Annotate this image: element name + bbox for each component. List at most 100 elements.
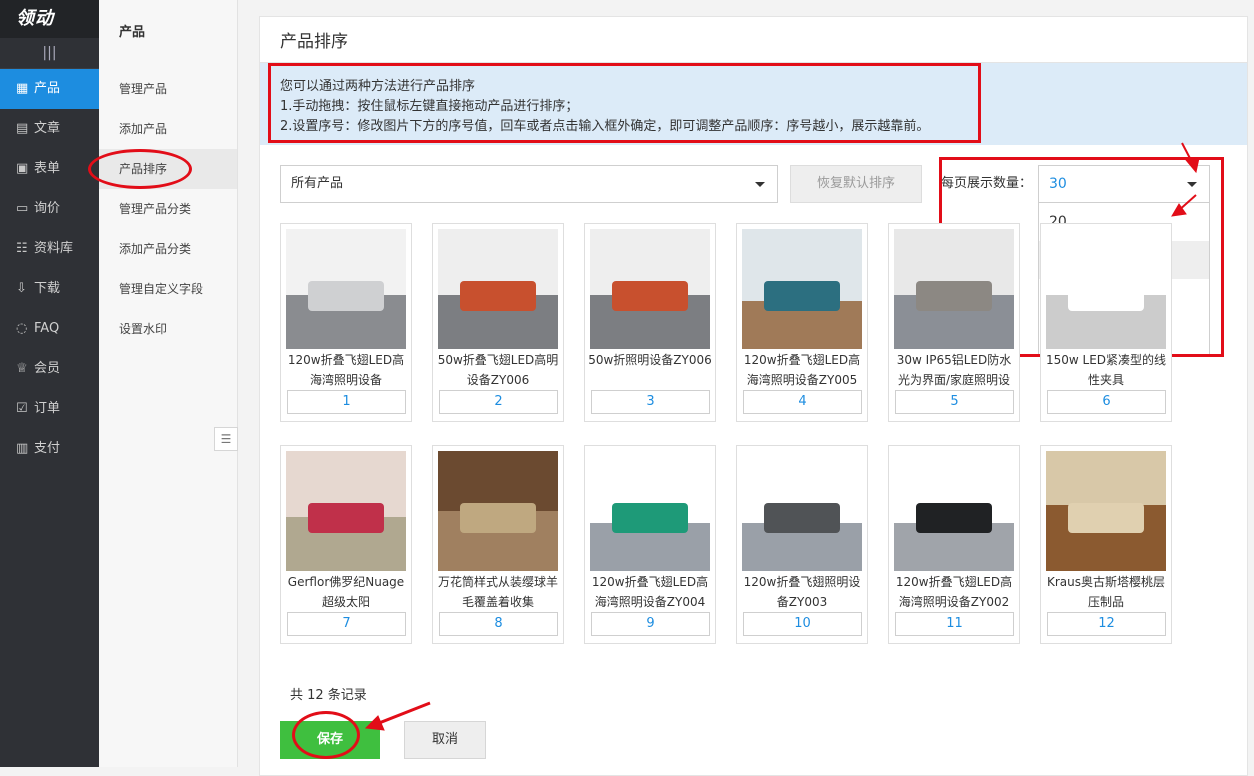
product-photo-object bbox=[308, 281, 384, 311]
nav-item-label: 下载 bbox=[34, 281, 61, 296]
clipboard-icon: ▣ bbox=[16, 161, 29, 176]
brand-logo[interactable]: 领动 bbox=[0, 0, 99, 38]
sort-order-input[interactable]: 4 bbox=[743, 390, 862, 414]
inquiry-icon: ▭ bbox=[16, 201, 29, 216]
sort-order-input[interactable]: 9 bbox=[591, 612, 710, 636]
sort-order-input[interactable]: 6 bbox=[1047, 390, 1166, 414]
product-name: 120w折叠飞翅照明设备ZY003 bbox=[743, 575, 861, 609]
sort-order-input[interactable]: 8 bbox=[439, 612, 558, 636]
product-card[interactable]: 150w LED紧凑型的线性夹具 6 bbox=[1040, 223, 1172, 422]
product-image bbox=[894, 451, 1014, 571]
product-card[interactable]: 万花筒样式从装缨球羊毛覆盖着收集 8 bbox=[432, 445, 564, 644]
crown-icon: ♕ bbox=[16, 361, 28, 376]
product-photo-object bbox=[1068, 503, 1144, 533]
nav-item-label: 资料库 bbox=[34, 241, 74, 256]
product-photo-object bbox=[916, 281, 992, 311]
product-name: 120w折叠飞翅LED高海湾照明设备ZY004 bbox=[591, 575, 709, 609]
sort-order-input[interactable]: 10 bbox=[743, 612, 862, 636]
product-card[interactable]: Gerflor佛罗纪Nuage超级太阳 7 bbox=[280, 445, 412, 644]
product-photo-object bbox=[1068, 281, 1144, 311]
nav-item-articles[interactable]: ▤ 文章 bbox=[0, 109, 99, 149]
nav-item-label: FAQ bbox=[34, 321, 60, 336]
nav-collapse-icon[interactable]: ||| bbox=[0, 38, 99, 69]
main-nav: 领动 ||| ▦ 产品 ▤ 文章 ▣ 表单 ▭ 询价 ☷ 资料库 ⇩ 下载 ◌ FAQ ♕ 会员… bbox=[0, 0, 99, 767]
product-image bbox=[438, 229, 558, 349]
nav-item-forms[interactable]: ▣ 表单 bbox=[0, 149, 99, 189]
nav-item-label: 会员 bbox=[34, 361, 61, 376]
payment-icon: ▥ bbox=[16, 441, 29, 456]
nav-item-label: 支付 bbox=[34, 441, 61, 456]
product-card[interactable]: 120w折叠飞翅LED高海湾照明设备ZY004 9 bbox=[584, 445, 716, 644]
subnav-item-manage-products[interactable]: 管理产品 bbox=[99, 69, 237, 109]
page-title: 产品排序 bbox=[260, 17, 1247, 63]
product-photo-object bbox=[460, 281, 536, 311]
subnav-item-manage-categories[interactable]: 管理产品分类 bbox=[99, 189, 237, 229]
nav-item-payment[interactable]: ▥ 支付 bbox=[0, 429, 99, 469]
sort-order-input[interactable]: 5 bbox=[895, 390, 1014, 414]
nav-item-orders[interactable]: ☑ 订单 bbox=[0, 389, 99, 429]
product-name: 120w折叠飞翅LED高海湾照明设备 bbox=[287, 353, 405, 387]
nav-item-products[interactable]: ▦ 产品 bbox=[0, 69, 99, 109]
sort-order-input[interactable]: 2 bbox=[439, 390, 558, 414]
product-name: 50w折叠飞翅LED高明设备ZY006 bbox=[437, 353, 559, 387]
product-image bbox=[590, 229, 710, 349]
product-filter-select[interactable]: 所有产品 bbox=[280, 165, 778, 203]
product-image bbox=[894, 229, 1014, 349]
nav-item-label: 产品 bbox=[34, 81, 61, 96]
product-image bbox=[1046, 229, 1166, 349]
product-name: 150w LED紧凑型的线性夹具 bbox=[1045, 353, 1167, 387]
nav-item-faq[interactable]: ◌ FAQ bbox=[0, 309, 99, 349]
annotation-circle bbox=[292, 711, 360, 759]
subnav-item-watermark[interactable]: 设置水印 bbox=[99, 309, 237, 349]
nav-item-label: 订单 bbox=[34, 401, 61, 416]
product-card[interactable]: 120w折叠飞翅LED高海湾照明设备ZY002 11 bbox=[888, 445, 1020, 644]
annotation-box bbox=[268, 63, 981, 143]
chat-icon: ◌ bbox=[16, 321, 28, 336]
subnav-item-custom-fields[interactable]: 管理自定义字段 bbox=[99, 269, 237, 309]
record-count: 共 12 条记录 bbox=[290, 688, 367, 703]
product-name: 120w折叠飞翅LED高海湾照明设备ZY005 bbox=[743, 353, 861, 387]
product-photo-object bbox=[612, 503, 688, 533]
nav-item-label: 询价 bbox=[34, 201, 61, 216]
product-photo-object bbox=[916, 503, 992, 533]
nav-item-download[interactable]: ⇩ 下载 bbox=[0, 269, 99, 309]
subnav-item-add-category[interactable]: 添加产品分类 bbox=[99, 229, 237, 269]
reset-default-sort-button[interactable]: 恢复默认排序 bbox=[790, 165, 922, 203]
product-card[interactable]: 30w IP65铝LED防水光为界面/家庭照明设 5 bbox=[888, 223, 1020, 422]
product-card[interactable]: 120w折叠飞翅LED高海湾照明设备 1 bbox=[280, 223, 412, 422]
sort-order-input[interactable]: 7 bbox=[287, 612, 406, 636]
cancel-button[interactable]: 取消 bbox=[404, 721, 486, 759]
product-card[interactable]: 50w折叠飞翅LED高明设备ZY006 2 bbox=[432, 223, 564, 422]
product-image bbox=[1046, 451, 1166, 571]
sort-order-input[interactable]: 3 bbox=[591, 390, 710, 414]
sort-order-input[interactable]: 12 bbox=[1047, 612, 1166, 636]
product-name: 50w折照明设备ZY006 bbox=[588, 353, 712, 367]
product-photo-object bbox=[460, 503, 536, 533]
filter-value: 所有产品 bbox=[291, 176, 344, 191]
product-photo-object bbox=[764, 503, 840, 533]
nav-item-label: 文章 bbox=[34, 121, 61, 136]
product-card[interactable]: Kraus奥古斯塔樱桃层压制品 12 bbox=[1040, 445, 1172, 644]
product-name: Kraus奥古斯塔樱桃层压制品 bbox=[1046, 575, 1165, 609]
download-icon: ⇩ bbox=[16, 281, 27, 296]
nav-item-inquiry[interactable]: ▭ 询价 bbox=[0, 189, 99, 229]
product-image bbox=[590, 451, 710, 571]
product-image bbox=[286, 229, 406, 349]
product-name: Gerflor佛罗纪Nuage超级太阳 bbox=[287, 575, 405, 609]
product-name: 120w折叠飞翅LED高海湾照明设备ZY002 bbox=[895, 575, 1013, 609]
product-card[interactable]: 50w折照明设备ZY006 3 bbox=[584, 223, 716, 422]
product-photo-object bbox=[308, 503, 384, 533]
product-card[interactable]: 120w折叠飞翅照明设备ZY003 10 bbox=[736, 445, 868, 644]
nav-item-library[interactable]: ☷ 资料库 bbox=[0, 229, 99, 269]
product-card[interactable]: 120w折叠飞翅LED高海湾照明设备ZY005 4 bbox=[736, 223, 868, 422]
sort-order-input[interactable]: 1 bbox=[287, 390, 406, 414]
nav-item-label: 表单 bbox=[34, 161, 61, 176]
nav-item-members[interactable]: ♕ 会员 bbox=[0, 349, 99, 389]
product-image bbox=[286, 451, 406, 571]
product-photo-object bbox=[764, 281, 840, 311]
subnav-item-add-product[interactable]: 添加产品 bbox=[99, 109, 237, 149]
product-image bbox=[438, 451, 558, 571]
sort-order-input[interactable]: 11 bbox=[895, 612, 1014, 636]
database-icon: ☷ bbox=[16, 241, 28, 256]
subnav-collapse-icon[interactable]: ☰ bbox=[214, 427, 238, 451]
